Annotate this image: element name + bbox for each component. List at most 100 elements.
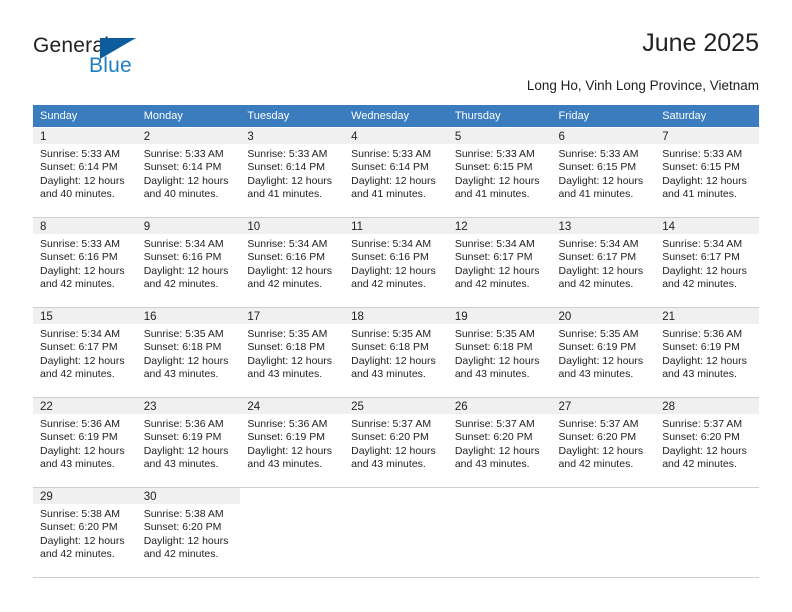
day-cell-details: Sunrise: 5:34 AM Sunset: 6:16 PM Daylight:… bbox=[240, 234, 344, 292]
calendar-day-cell[interactable]: 13 Sunrise: 5:34 AM Sunset: 6:17 PM Dayligh… bbox=[551, 217, 656, 308]
daylight-text-line1: Daylight: 12 hours bbox=[351, 354, 436, 367]
day-cell-inner bbox=[655, 488, 759, 577]
sunset-text: Sunset: 6:18 PM bbox=[143, 341, 222, 354]
daylight-text-line1: Daylight: 12 hours bbox=[247, 354, 333, 367]
calendar-day-cell[interactable]: 23 Sunrise: 5:36 AM Sunset: 6:19 PM Dayligh… bbox=[136, 397, 241, 488]
calendar-day-cell[interactable]: 1 Sunrise: 5:33 AM Sunset: 6:14 PM Daylight… bbox=[33, 127, 137, 218]
day-cell-inner: 10 Sunrise: 5:34 AM Sunset: 6:16 PM Dayligh… bbox=[240, 218, 345, 307]
weekday-header-sunday: Sunday bbox=[33, 105, 137, 128]
day-cell-details: Sunrise: 5:33 AM Sunset: 6:16 PM Daylight:… bbox=[33, 234, 137, 292]
sunset-text: Sunset: 6:19 PM bbox=[558, 341, 637, 354]
day-number: 6 bbox=[551, 128, 656, 144]
sunrise-text: Sunrise: 5:33 AM bbox=[662, 148, 743, 160]
calendar-day-cell[interactable]: 10 Sunrise: 5:34 AM Sunset: 6:16 PM Dayligh… bbox=[240, 217, 345, 308]
calendar-day-cell[interactable]: 5 Sunrise: 5:33 AM Sunset: 6:15 PM Daylight… bbox=[447, 127, 552, 218]
calendar-day-cell[interactable]: 9 Sunrise: 5:34 AM Sunset: 6:16 PM Daylight… bbox=[136, 217, 241, 308]
sunset-text: Sunset: 6:20 PM bbox=[558, 431, 637, 444]
calendar-day-cell[interactable]: 21 Sunrise: 5:36 AM Sunset: 6:19 PM Dayligh… bbox=[655, 307, 759, 398]
calendar-day-cell[interactable]: 26 Sunrise: 5:37 AM Sunset: 6:20 PM Dayligh… bbox=[447, 397, 552, 488]
calendar-day-cell[interactable]: 12 Sunrise: 5:34 AM Sunset: 6:17 PM Dayligh… bbox=[447, 217, 552, 308]
sunrise-text: Sunrise: 5:38 AM bbox=[143, 508, 224, 520]
calendar-day-cell[interactable]: 28 Sunrise: 5:37 AM Sunset: 6:20 PM Dayligh… bbox=[655, 397, 759, 488]
calendar-day-cell[interactable]: 4 Sunrise: 5:33 AM Sunset: 6:14 PM Daylight… bbox=[344, 127, 448, 218]
calendar-day-cell[interactable]: 6 Sunrise: 5:33 AM Sunset: 6:15 PM Daylight… bbox=[551, 127, 656, 218]
day-number: 29 bbox=[33, 488, 137, 504]
day-cell-inner: 23 Sunrise: 5:36 AM Sunset: 6:19 PM Dayligh… bbox=[136, 398, 241, 487]
calendar-day-cell[interactable]: 17 Sunrise: 5:35 AM Sunset: 6:18 PM Dayligh… bbox=[240, 307, 345, 398]
day-cell-details: Sunrise: 5:36 AM Sunset: 6:19 PM Daylight:… bbox=[137, 414, 241, 472]
calendar-day-cell[interactable]: 25 Sunrise: 5:37 AM Sunset: 6:20 PM Dayligh… bbox=[344, 397, 448, 488]
calendar-day-cell[interactable]: 16 Sunrise: 5:35 AM Sunset: 6:18 PM Dayligh… bbox=[136, 307, 241, 398]
daylight-text-line1: Daylight: 12 hours bbox=[143, 444, 229, 457]
calendar-day-cell[interactable]: 14 Sunrise: 5:34 AM Sunset: 6:17 PM Dayligh… bbox=[655, 217, 759, 308]
day-cell-details: Sunrise: 5:35 AM Sunset: 6:18 PM Daylight:… bbox=[448, 324, 552, 382]
day-cell-inner: 20 Sunrise: 5:35 AM Sunset: 6:19 PM Dayligh… bbox=[551, 308, 656, 397]
day-cell-inner bbox=[552, 488, 656, 577]
sunset-text: Sunset: 6:18 PM bbox=[454, 341, 533, 354]
day-cell-details: Sunrise: 5:33 AM Sunset: 6:14 PM Daylight:… bbox=[137, 144, 241, 202]
calendar-day-cell[interactable]: 29 Sunrise: 5:38 AM Sunset: 6:20 PM Dayligh… bbox=[33, 487, 137, 578]
sunset-text: Sunset: 6:20 PM bbox=[351, 431, 429, 444]
day-cell-inner: 29 Sunrise: 5:38 AM Sunset: 6:20 PM Dayligh… bbox=[33, 488, 137, 577]
page-subtitle: Long Ho, Vinh Long Province, Vietnam bbox=[526, 78, 759, 93]
calendar-day-cell[interactable]: 18 Sunrise: 5:35 AM Sunset: 6:18 PM Dayligh… bbox=[344, 307, 448, 398]
sunrise-text: Sunrise: 5:33 AM bbox=[40, 238, 120, 250]
day-cell-inner: 9 Sunrise: 5:34 AM Sunset: 6:16 PM Daylight… bbox=[136, 218, 241, 307]
general-blue-logo[interactable]: General Blue bbox=[33, 34, 163, 88]
weekday-header-thursday: Thursday bbox=[447, 105, 552, 128]
sunrise-text: Sunrise: 5:34 AM bbox=[40, 328, 120, 340]
day-number: 26 bbox=[447, 398, 552, 414]
day-number: 16 bbox=[136, 308, 241, 324]
calendar-week-row: 29 Sunrise: 5:38 AM Sunset: 6:20 PM Dayligh… bbox=[33, 487, 759, 578]
calendar-day-cell[interactable]: 19 Sunrise: 5:35 AM Sunset: 6:18 PM Dayligh… bbox=[447, 307, 552, 398]
calendar-day-cell-empty bbox=[551, 487, 656, 578]
day-cell-details bbox=[344, 504, 448, 508]
daylight-text-line2: and 41 minutes. bbox=[454, 188, 530, 201]
calendar-day-cell[interactable]: 8 Sunrise: 5:33 AM Sunset: 6:16 PM Daylight… bbox=[33, 217, 137, 308]
daylight-text-line1: Daylight: 12 hours bbox=[351, 264, 436, 277]
calendar-day-cell[interactable]: 27 Sunrise: 5:37 AM Sunset: 6:20 PM Dayligh… bbox=[551, 397, 656, 488]
daylight-text-line2: and 41 minutes. bbox=[558, 188, 634, 201]
sunset-text: Sunset: 6:16 PM bbox=[247, 251, 326, 264]
sunset-text: Sunset: 6:15 PM bbox=[454, 161, 533, 174]
day-cell-inner: 17 Sunrise: 5:35 AM Sunset: 6:18 PM Dayligh… bbox=[240, 308, 345, 397]
day-cell-details: Sunrise: 5:35 AM Sunset: 6:18 PM Daylight:… bbox=[137, 324, 241, 382]
day-number: 23 bbox=[136, 398, 241, 414]
calendar-day-cell-empty bbox=[447, 487, 552, 578]
calendar-day-cell[interactable]: 22 Sunrise: 5:36 AM Sunset: 6:19 PM Dayligh… bbox=[33, 397, 137, 488]
daylight-text-line1: Daylight: 12 hours bbox=[454, 174, 540, 187]
sunrise-text: Sunrise: 5:33 AM bbox=[247, 148, 328, 160]
calendar-day-cell[interactable]: 3 Sunrise: 5:33 AM Sunset: 6:14 PM Daylight… bbox=[240, 127, 345, 218]
daylight-text-line1: Daylight: 12 hours bbox=[454, 354, 540, 367]
calendar-day-cell[interactable]: 24 Sunrise: 5:36 AM Sunset: 6:19 PM Dayligh… bbox=[240, 397, 345, 488]
day-cell-details: Sunrise: 5:33 AM Sunset: 6:15 PM Daylight:… bbox=[655, 144, 759, 202]
sunset-text: Sunset: 6:17 PM bbox=[662, 251, 740, 264]
calendar-day-cell[interactable]: 15 Sunrise: 5:34 AM Sunset: 6:17 PM Dayligh… bbox=[33, 307, 137, 398]
sunset-text: Sunset: 6:16 PM bbox=[351, 251, 429, 264]
daylight-text-line1: Daylight: 12 hours bbox=[351, 444, 436, 457]
day-number: 19 bbox=[447, 308, 552, 324]
daylight-text-line2: and 42 minutes. bbox=[143, 548, 219, 561]
daylight-text-line2: and 43 minutes. bbox=[351, 458, 426, 471]
sunrise-text: Sunrise: 5:33 AM bbox=[40, 148, 120, 160]
day-cell-inner: 1 Sunrise: 5:33 AM Sunset: 6:14 PM Daylight… bbox=[33, 128, 137, 217]
calendar-day-cell[interactable]: 30 Sunrise: 5:38 AM Sunset: 6:20 PM Dayligh… bbox=[136, 487, 241, 578]
calendar-day-cell[interactable]: 2 Sunrise: 5:33 AM Sunset: 6:14 PM Daylight… bbox=[136, 127, 241, 218]
sunset-text: Sunset: 6:15 PM bbox=[662, 161, 740, 174]
daylight-text-line2: and 42 minutes. bbox=[558, 458, 634, 471]
day-cell-details: Sunrise: 5:38 AM Sunset: 6:20 PM Daylight:… bbox=[33, 504, 137, 562]
daylight-text-line1: Daylight: 12 hours bbox=[40, 174, 125, 187]
calendar-day-cell[interactable]: 20 Sunrise: 5:35 AM Sunset: 6:19 PM Dayligh… bbox=[551, 307, 656, 398]
daylight-text-line1: Daylight: 12 hours bbox=[662, 264, 747, 277]
day-cell-inner: 11 Sunrise: 5:34 AM Sunset: 6:16 PM Dayligh… bbox=[344, 218, 448, 307]
sunset-text: Sunset: 6:18 PM bbox=[247, 341, 326, 354]
day-number: 9 bbox=[136, 218, 241, 234]
calendar-day-cell[interactable]: 7 Sunrise: 5:33 AM Sunset: 6:15 PM Daylight… bbox=[655, 127, 759, 218]
calendar-day-cell[interactable]: 11 Sunrise: 5:34 AM Sunset: 6:16 PM Dayligh… bbox=[344, 217, 448, 308]
daylight-text-line1: Daylight: 12 hours bbox=[662, 444, 747, 457]
sunrise-text: Sunrise: 5:35 AM bbox=[558, 328, 639, 340]
daylight-text-line1: Daylight: 12 hours bbox=[247, 444, 333, 457]
daylight-text-line2: and 42 minutes. bbox=[662, 458, 737, 471]
daylight-text-line2: and 41 minutes. bbox=[351, 188, 426, 201]
day-cell-inner: 27 Sunrise: 5:37 AM Sunset: 6:20 PM Dayligh… bbox=[551, 398, 656, 487]
